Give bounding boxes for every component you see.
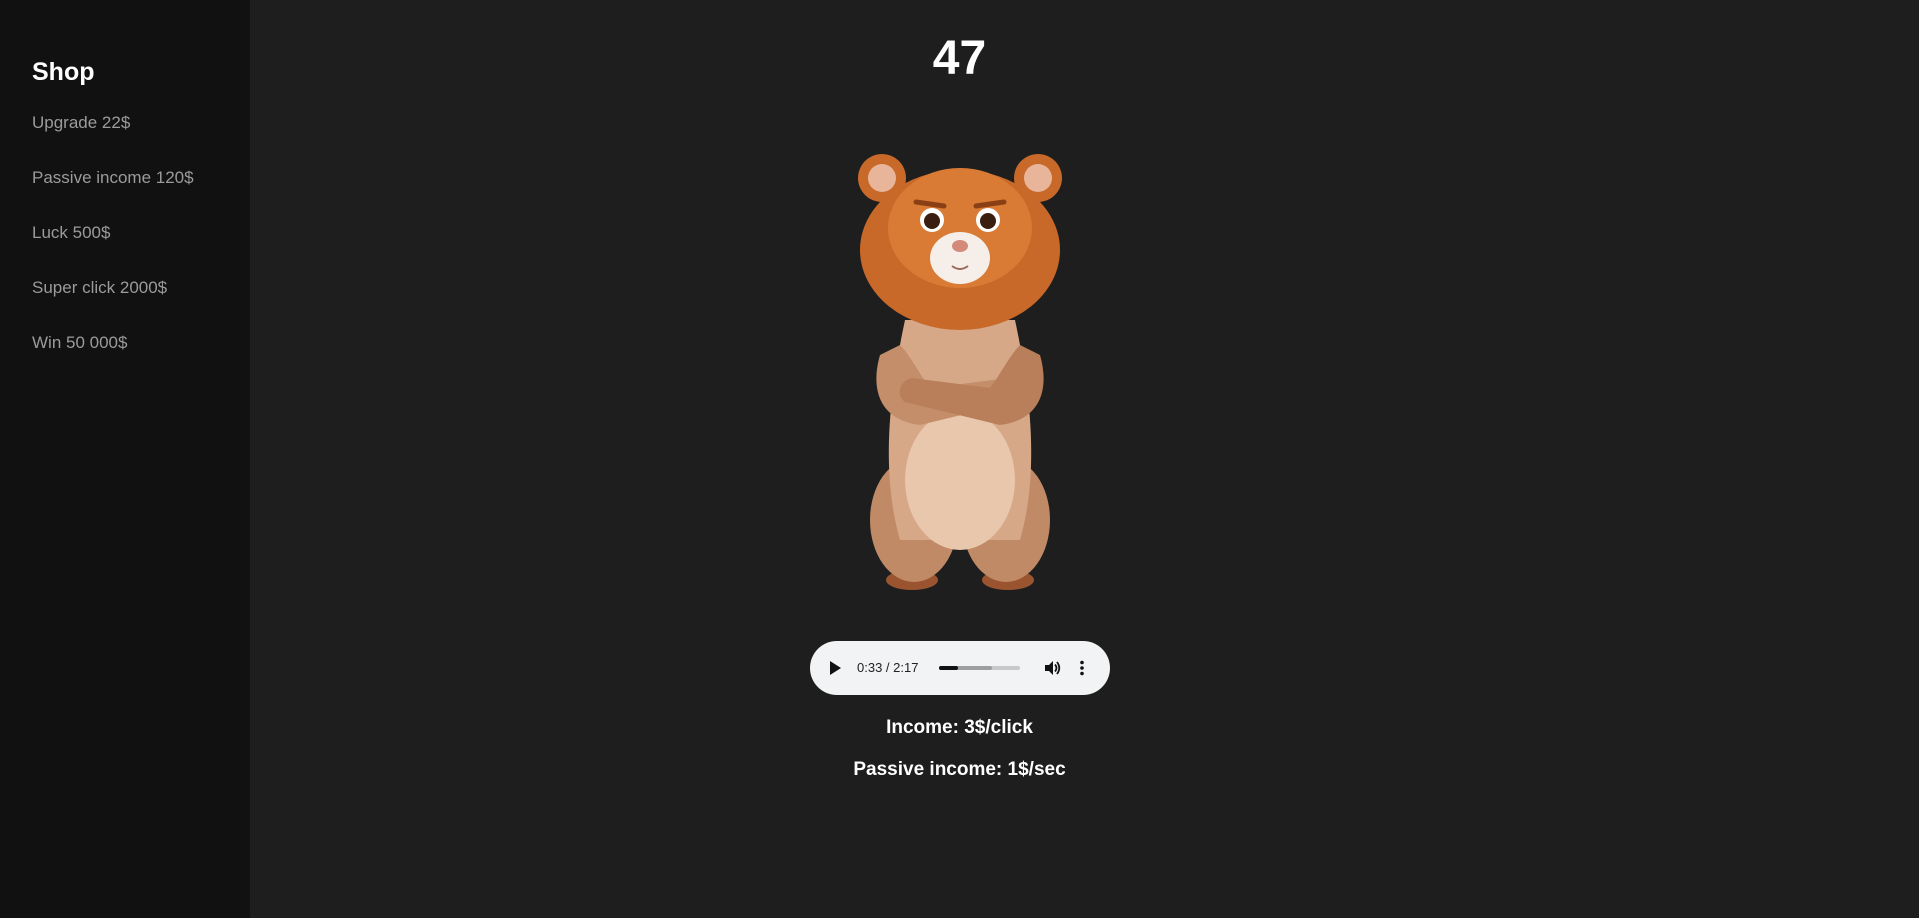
- shop-item-upgrade[interactable]: Upgrade 22$: [32, 113, 194, 168]
- shop-sidebar: Shop Upgrade 22$ Passive income 120$ Luc…: [0, 0, 250, 918]
- play-icon[interactable]: [830, 661, 841, 675]
- audio-progress-bar[interactable]: [939, 666, 1020, 670]
- shop-item-win[interactable]: Win 50 000$: [32, 333, 194, 388]
- shop-item-passive-income[interactable]: Passive income 120$: [32, 168, 194, 223]
- main-area: 47 0:33 / 2:17 Income: 3$/click Passive …: [250, 0, 1919, 918]
- shop-item-luck[interactable]: Luck 500$: [32, 223, 194, 278]
- hamster-icon: [858, 154, 1062, 590]
- income-per-click: Income: 3$/click: [886, 717, 1033, 738]
- passive-income: Passive income: 1$/sec: [853, 759, 1066, 780]
- shop-title: Shop: [32, 58, 95, 86]
- score-counter: 47: [932, 32, 987, 85]
- audio-player[interactable]: 0:33 / 2:17: [810, 641, 1110, 695]
- shop-list: Upgrade 22$ Passive income 120$ Luck 500…: [32, 113, 194, 388]
- shop-item-super-click[interactable]: Super click 2000$: [32, 278, 194, 333]
- more-options-icon[interactable]: [1072, 658, 1092, 678]
- audio-time: 0:33 / 2:17: [857, 660, 919, 675]
- volume-icon[interactable]: [1042, 658, 1062, 678]
- audio-played: [939, 666, 959, 670]
- hamster-clicker[interactable]: [840, 140, 1080, 600]
